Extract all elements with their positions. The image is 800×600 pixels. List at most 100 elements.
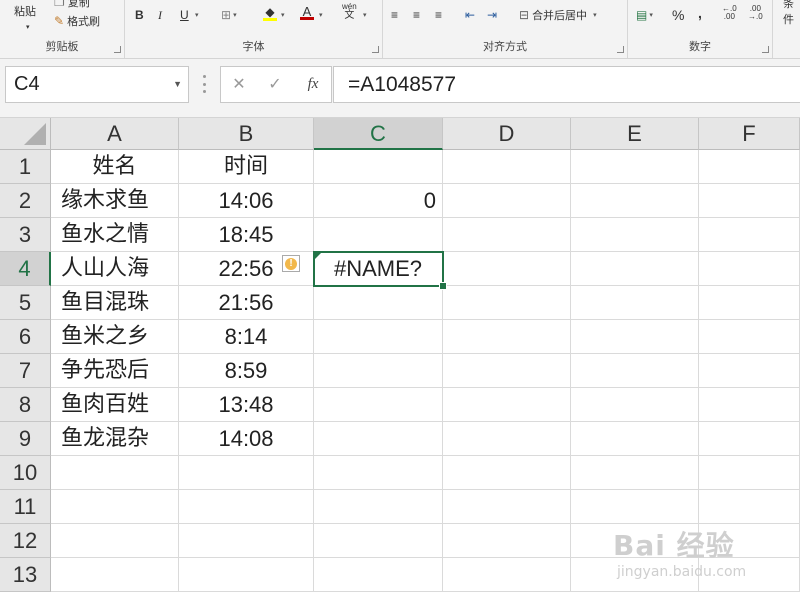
cell-c1[interactable] [314,150,443,184]
cell-a5[interactable]: 鱼目混珠 [51,286,179,320]
cell-b7[interactable]: 8:59 [179,354,314,388]
cell-b11[interactable] [179,490,314,524]
cell-c9[interactable] [314,422,443,456]
cell-a4[interactable]: 人山人海 [51,252,179,286]
row-header-6[interactable]: 6 [0,320,51,354]
paste-button[interactable]: 粘贴 [14,2,36,20]
cell-a7[interactable]: 争先恐后 [51,354,179,388]
font-color-dropdown-icon[interactable]: ▾ [317,6,323,24]
column-header-a[interactable]: A [51,118,179,150]
cell-a2[interactable]: 缘木求鱼 [51,184,179,218]
cell-d3[interactable] [443,218,571,252]
cell-c8[interactable] [314,388,443,422]
formula-bar-grip[interactable] [203,75,206,93]
enter-icon[interactable]: ✓ [261,67,289,102]
cell-a10[interactable] [51,456,179,490]
cell-e3[interactable] [571,218,699,252]
cell-e1[interactable] [571,150,699,184]
format-painter-button[interactable]: ✎ 格式刷 [54,12,100,30]
decrease-indent-button[interactable]: ⇤ [465,6,475,24]
row-header-5[interactable]: 5 [0,286,51,320]
bold-button[interactable]: B [135,6,144,24]
row-header-3[interactable]: 3 [0,218,51,252]
font-launcher-icon[interactable] [372,46,379,53]
cell-f6[interactable] [699,320,800,354]
row-header-4[interactable]: 4 [0,252,51,286]
cell-f1[interactable] [699,150,800,184]
select-all-button[interactable] [0,118,51,150]
cell-b5[interactable]: 21:56 [179,286,314,320]
cell-a6[interactable]: 鱼米之乡 [51,320,179,354]
conditional-format-button[interactable]: 条件 [783,0,800,26]
pinyin-dropdown-icon[interactable]: ▾ [361,6,367,24]
cell-e8[interactable] [571,388,699,422]
error-smart-tag[interactable]: ! [282,255,300,272]
decrease-decimal-button[interactable]: .00 →.0 [748,4,763,22]
cell-d1[interactable] [443,150,571,184]
cell-b3[interactable]: 18:45 [179,218,314,252]
cell-c6[interactable] [314,320,443,354]
cell-b6[interactable]: 8:14 [179,320,314,354]
column-header-b[interactable]: B [179,118,314,150]
name-box-dropdown-icon[interactable]: ▼ [173,67,182,102]
accounting-format-button[interactable]: ▤ ▾ [636,6,653,24]
cell-b13[interactable] [179,558,314,592]
cell-a13[interactable] [51,558,179,592]
pinyin-button[interactable]: wén 文 [342,2,357,21]
comma-button[interactable]: , [698,4,702,22]
font-color-button[interactable]: A [300,3,314,21]
cell-a1[interactable]: 姓名 [51,150,179,184]
increase-decimal-button[interactable]: ←.0.00 [722,4,737,22]
row-header-7[interactable]: 7 [0,354,51,388]
column-header-d[interactable]: D [443,118,571,150]
cell-a8[interactable]: 鱼肉百姓 [51,388,179,422]
cell-d4[interactable] [443,252,571,286]
row-header-11[interactable]: 11 [0,490,51,524]
cell-c10[interactable] [314,456,443,490]
name-box[interactable]: C4 ▼ [5,66,189,103]
cell-f13[interactable] [699,558,800,592]
cell-c3[interactable] [314,218,443,252]
fill-handle[interactable] [439,282,447,290]
cell-f11[interactable] [699,490,800,524]
row-header-10[interactable]: 10 [0,456,51,490]
cell-c4[interactable]: #NAME? [314,252,443,286]
increase-indent-button[interactable]: ⇥ [487,6,497,24]
cell-e2[interactable] [571,184,699,218]
cell-e5[interactable] [571,286,699,320]
cell-d6[interactable] [443,320,571,354]
cell-e12[interactable] [571,524,699,558]
merge-center-button[interactable]: ⊟ 合并后居中 ▾ [519,6,597,24]
cell-d5[interactable] [443,286,571,320]
percent-button[interactable]: % [672,6,684,24]
row-header-9[interactable]: 9 [0,422,51,456]
align-right-button[interactable]: ≡ [435,6,442,24]
cell-f12[interactable] [699,524,800,558]
align-center-button[interactable]: ≡ [413,6,420,24]
cell-f10[interactable] [699,456,800,490]
cell-f8[interactable] [699,388,800,422]
cell-a9[interactable]: 鱼龙混杂 [51,422,179,456]
cell-f5[interactable] [699,286,800,320]
cell-b10[interactable] [179,456,314,490]
cell-e4[interactable] [571,252,699,286]
italic-button[interactable]: I [158,6,162,24]
cell-f7[interactable] [699,354,800,388]
cancel-icon[interactable]: ✕ [225,67,253,102]
cell-c2[interactable]: 0 [314,184,443,218]
cell-d11[interactable] [443,490,571,524]
row-header-1[interactable]: 1 [0,150,51,184]
underline-button[interactable]: U [180,6,189,24]
cell-c7[interactable] [314,354,443,388]
alignment-launcher-icon[interactable] [617,46,624,53]
cell-b9[interactable]: 14:08 [179,422,314,456]
cell-d8[interactable] [443,388,571,422]
cell-d13[interactable] [443,558,571,592]
cell-b12[interactable] [179,524,314,558]
formula-input[interactable]: =A1048577 [333,66,800,103]
cell-c12[interactable] [314,524,443,558]
cell-a12[interactable] [51,524,179,558]
cell-c13[interactable] [314,558,443,592]
number-launcher-icon[interactable] [762,46,769,53]
underline-dropdown-icon[interactable]: ▾ [193,6,199,24]
